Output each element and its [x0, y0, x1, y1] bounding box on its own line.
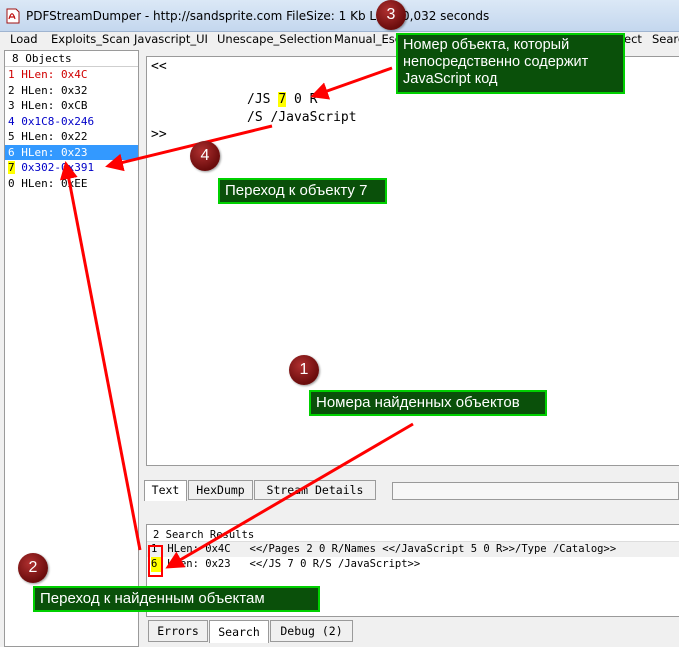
- code-line-s: /S /JavaScript: [247, 110, 357, 125]
- object-item-4[interactable]: 4 0x1C8-0x246: [5, 114, 138, 130]
- tab-info-field: [392, 482, 679, 500]
- object-item-6[interactable]: 6 HLen: 0x23: [5, 144, 138, 160]
- object-number-7: 7: [8, 161, 15, 174]
- callout-js-object-number: Номер объекта, который непосредственно с…: [396, 33, 625, 94]
- tab-stream-details[interactable]: Stream Details: [254, 480, 376, 500]
- object-item-7-label: 0x302-0x391: [14, 161, 95, 174]
- code-js-key: /JS: [247, 92, 279, 107]
- menu-javascript-ui[interactable]: Javascript_UI: [134, 32, 208, 46]
- code-line-close: >>: [151, 127, 167, 142]
- menu-manual-escape[interactable]: Manual_Esc: [334, 32, 401, 46]
- title-bar: PDFStreamDumper - http://sandsprite.com …: [0, 0, 679, 32]
- marker-4: 4: [190, 141, 220, 171]
- marker-1: 1: [289, 355, 319, 385]
- object-item-0[interactable]: 0 HLen: 0xEE: [5, 176, 138, 192]
- search-numbers-highlight-box: [148, 545, 163, 577]
- tab-debug[interactable]: Debug (2): [270, 620, 353, 642]
- code-line-open: <<: [151, 59, 167, 74]
- menu-exploits-scan[interactable]: Exploits_Scan: [51, 32, 130, 46]
- pdf-app-icon: [6, 8, 20, 24]
- menu-search[interactable]: Search: [652, 32, 679, 46]
- code-line-js: /JS 7 0 R: [247, 92, 317, 107]
- tab-text[interactable]: Text: [144, 480, 187, 501]
- object-item-7[interactable]: 7 0x302-0x391: [5, 160, 138, 176]
- code-js-ref: 0 R: [286, 92, 318, 107]
- object-item-2[interactable]: 2 HLen: 0x32: [5, 83, 138, 99]
- search-result-text: HLen: 0x23 <</JS 7 0 R/S /JavaScript>>: [161, 558, 421, 570]
- tab-search[interactable]: Search: [209, 620, 269, 643]
- callout-goto-object-7: Переход к объекту 7: [218, 178, 387, 204]
- callout-found-numbers: Номера найденных объектов: [309, 390, 547, 416]
- tab-hexdump[interactable]: HexDump: [188, 480, 253, 500]
- marker-3: 3: [376, 0, 406, 30]
- menu-select[interactable]: ect: [624, 32, 642, 46]
- menu-load[interactable]: Load: [10, 32, 38, 46]
- callout-goto-found-objects: Переход к найденным объектам: [33, 586, 320, 612]
- bottom-tabs: Errors Search Debug (2): [148, 620, 358, 643]
- search-result-row[interactable]: 1 HLen: 0x4C <</Pages 2 0 R/Names <</Jav…: [147, 542, 679, 557]
- object-item-1[interactable]: 1 HLen: 0x4C: [5, 67, 138, 83]
- marker-2: 2: [18, 553, 48, 583]
- search-result-row[interactable]: 6 HLen: 0x23 <</JS 7 0 R/S /JavaScript>>: [147, 557, 679, 572]
- code-js-object-number: 7: [278, 92, 287, 107]
- view-tabs: Text HexDump Stream Details: [144, 480, 389, 501]
- tab-errors[interactable]: Errors: [148, 620, 208, 642]
- object-item-3[interactable]: 3 HLen: 0xCB: [5, 98, 138, 114]
- objects-count: 8 Objects: [5, 51, 138, 67]
- object-item-5[interactable]: 5 HLen: 0x22: [5, 129, 138, 145]
- window-title: PDFStreamDumper - http://sandsprite.com …: [26, 9, 490, 23]
- search-results-count: 2 Search Results: [147, 525, 679, 542]
- search-result-text: HLen: 0x4C <</Pages 2 0 R/Names <</JavaS…: [161, 543, 617, 555]
- menu-unescape-selection[interactable]: Unescape_Selection: [217, 32, 332, 46]
- objects-list[interactable]: 1 HLen: 0x4C 2 HLen: 0x32 3 HLen: 0xCB 4…: [5, 67, 138, 191]
